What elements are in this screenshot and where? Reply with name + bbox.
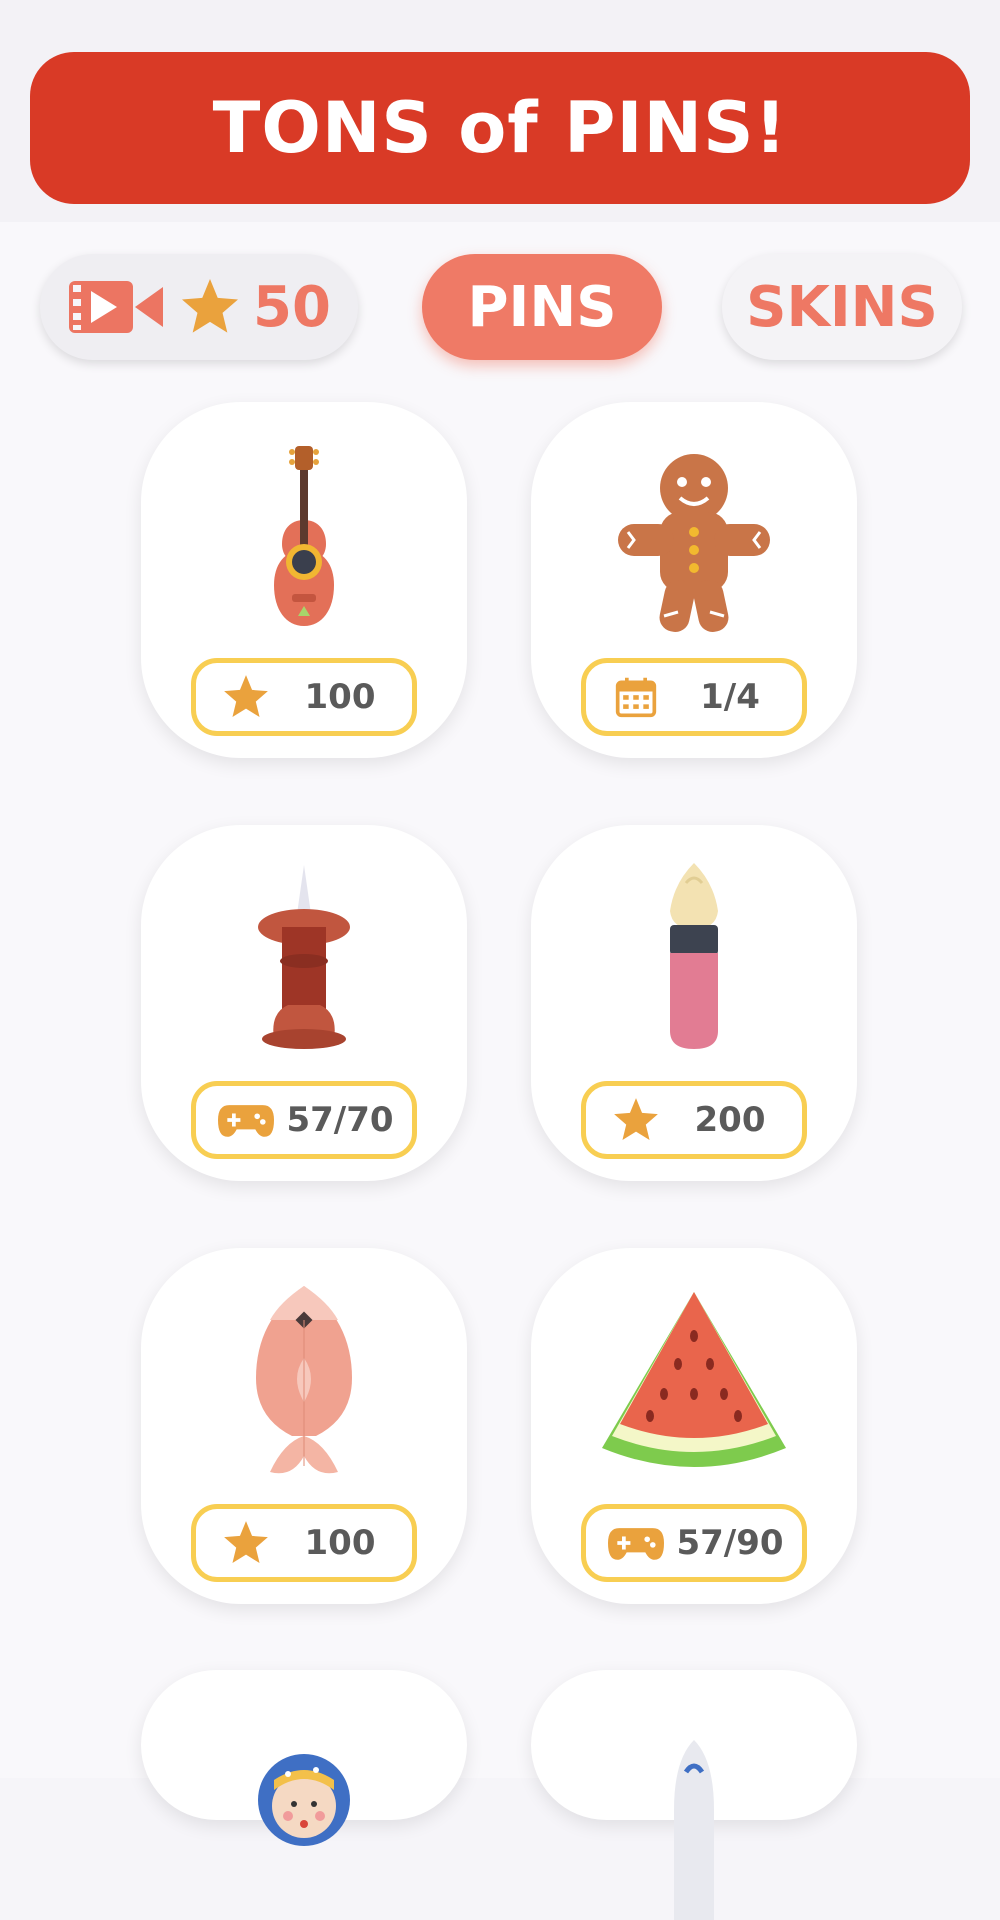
guitar-icon xyxy=(274,446,334,626)
tab-pins[interactable]: PINS xyxy=(422,254,662,360)
pin-card-matryoshka-doll[interactable] xyxy=(141,1670,467,1846)
pin-card-pushpin[interactable]: 57/70 xyxy=(141,825,467,1181)
pin-card-gingerbread-man[interactable]: 1/4 xyxy=(531,402,857,758)
price-tag: 100 xyxy=(191,1504,417,1582)
price-value: 1/4 xyxy=(700,677,760,717)
price-value: 57/70 xyxy=(286,1100,394,1140)
tab-pins-label: PINS xyxy=(467,274,617,340)
gingerbread-man-icon xyxy=(618,454,770,632)
tab-skins-label: SKINS xyxy=(746,274,938,340)
pin-card-rocket[interactable] xyxy=(531,1670,857,1920)
matryoshka-doll-icon xyxy=(258,1754,350,1846)
price-tag: 57/70 xyxy=(191,1081,417,1159)
pin-card-guitar[interactable]: 100 xyxy=(141,402,467,758)
rocket-icon xyxy=(674,1740,714,1920)
banner-title: TONS of PINS! xyxy=(212,87,788,169)
star-icon xyxy=(608,1095,664,1145)
price-value: 57/90 xyxy=(676,1523,784,1563)
tab-skins[interactable]: SKINS xyxy=(722,254,962,360)
price-tag: 100 xyxy=(191,658,417,736)
watch-video-reward-button[interactable]: 50 xyxy=(40,254,358,360)
pushpin-icon xyxy=(258,865,350,1049)
title-banner: TONS of PINS! xyxy=(30,52,970,204)
gamepad-icon xyxy=(218,1095,274,1145)
star-icon xyxy=(218,672,274,722)
gamepad-icon xyxy=(608,1518,664,1568)
video-icon xyxy=(69,281,164,333)
fish-icon xyxy=(256,1286,352,1474)
price-tag: 57/90 xyxy=(581,1504,807,1582)
paintbrush-icon xyxy=(670,863,718,1049)
price-tag: 1/4 xyxy=(581,658,807,736)
price-tag: 200 xyxy=(581,1081,807,1159)
price-value: 100 xyxy=(304,677,376,717)
star-icon xyxy=(182,279,239,333)
pin-card-fish[interactable]: 100 xyxy=(141,1248,467,1604)
pin-card-paintbrush[interactable]: 200 xyxy=(531,825,857,1181)
pin-card-watermelon[interactable]: 57/90 xyxy=(531,1248,857,1604)
reward-value: 50 xyxy=(253,274,331,340)
price-value: 100 xyxy=(304,1523,376,1563)
star-icon xyxy=(218,1518,274,1568)
watermelon-icon xyxy=(602,1292,786,1467)
price-value: 200 xyxy=(694,1100,766,1140)
calendar-icon xyxy=(608,672,664,722)
